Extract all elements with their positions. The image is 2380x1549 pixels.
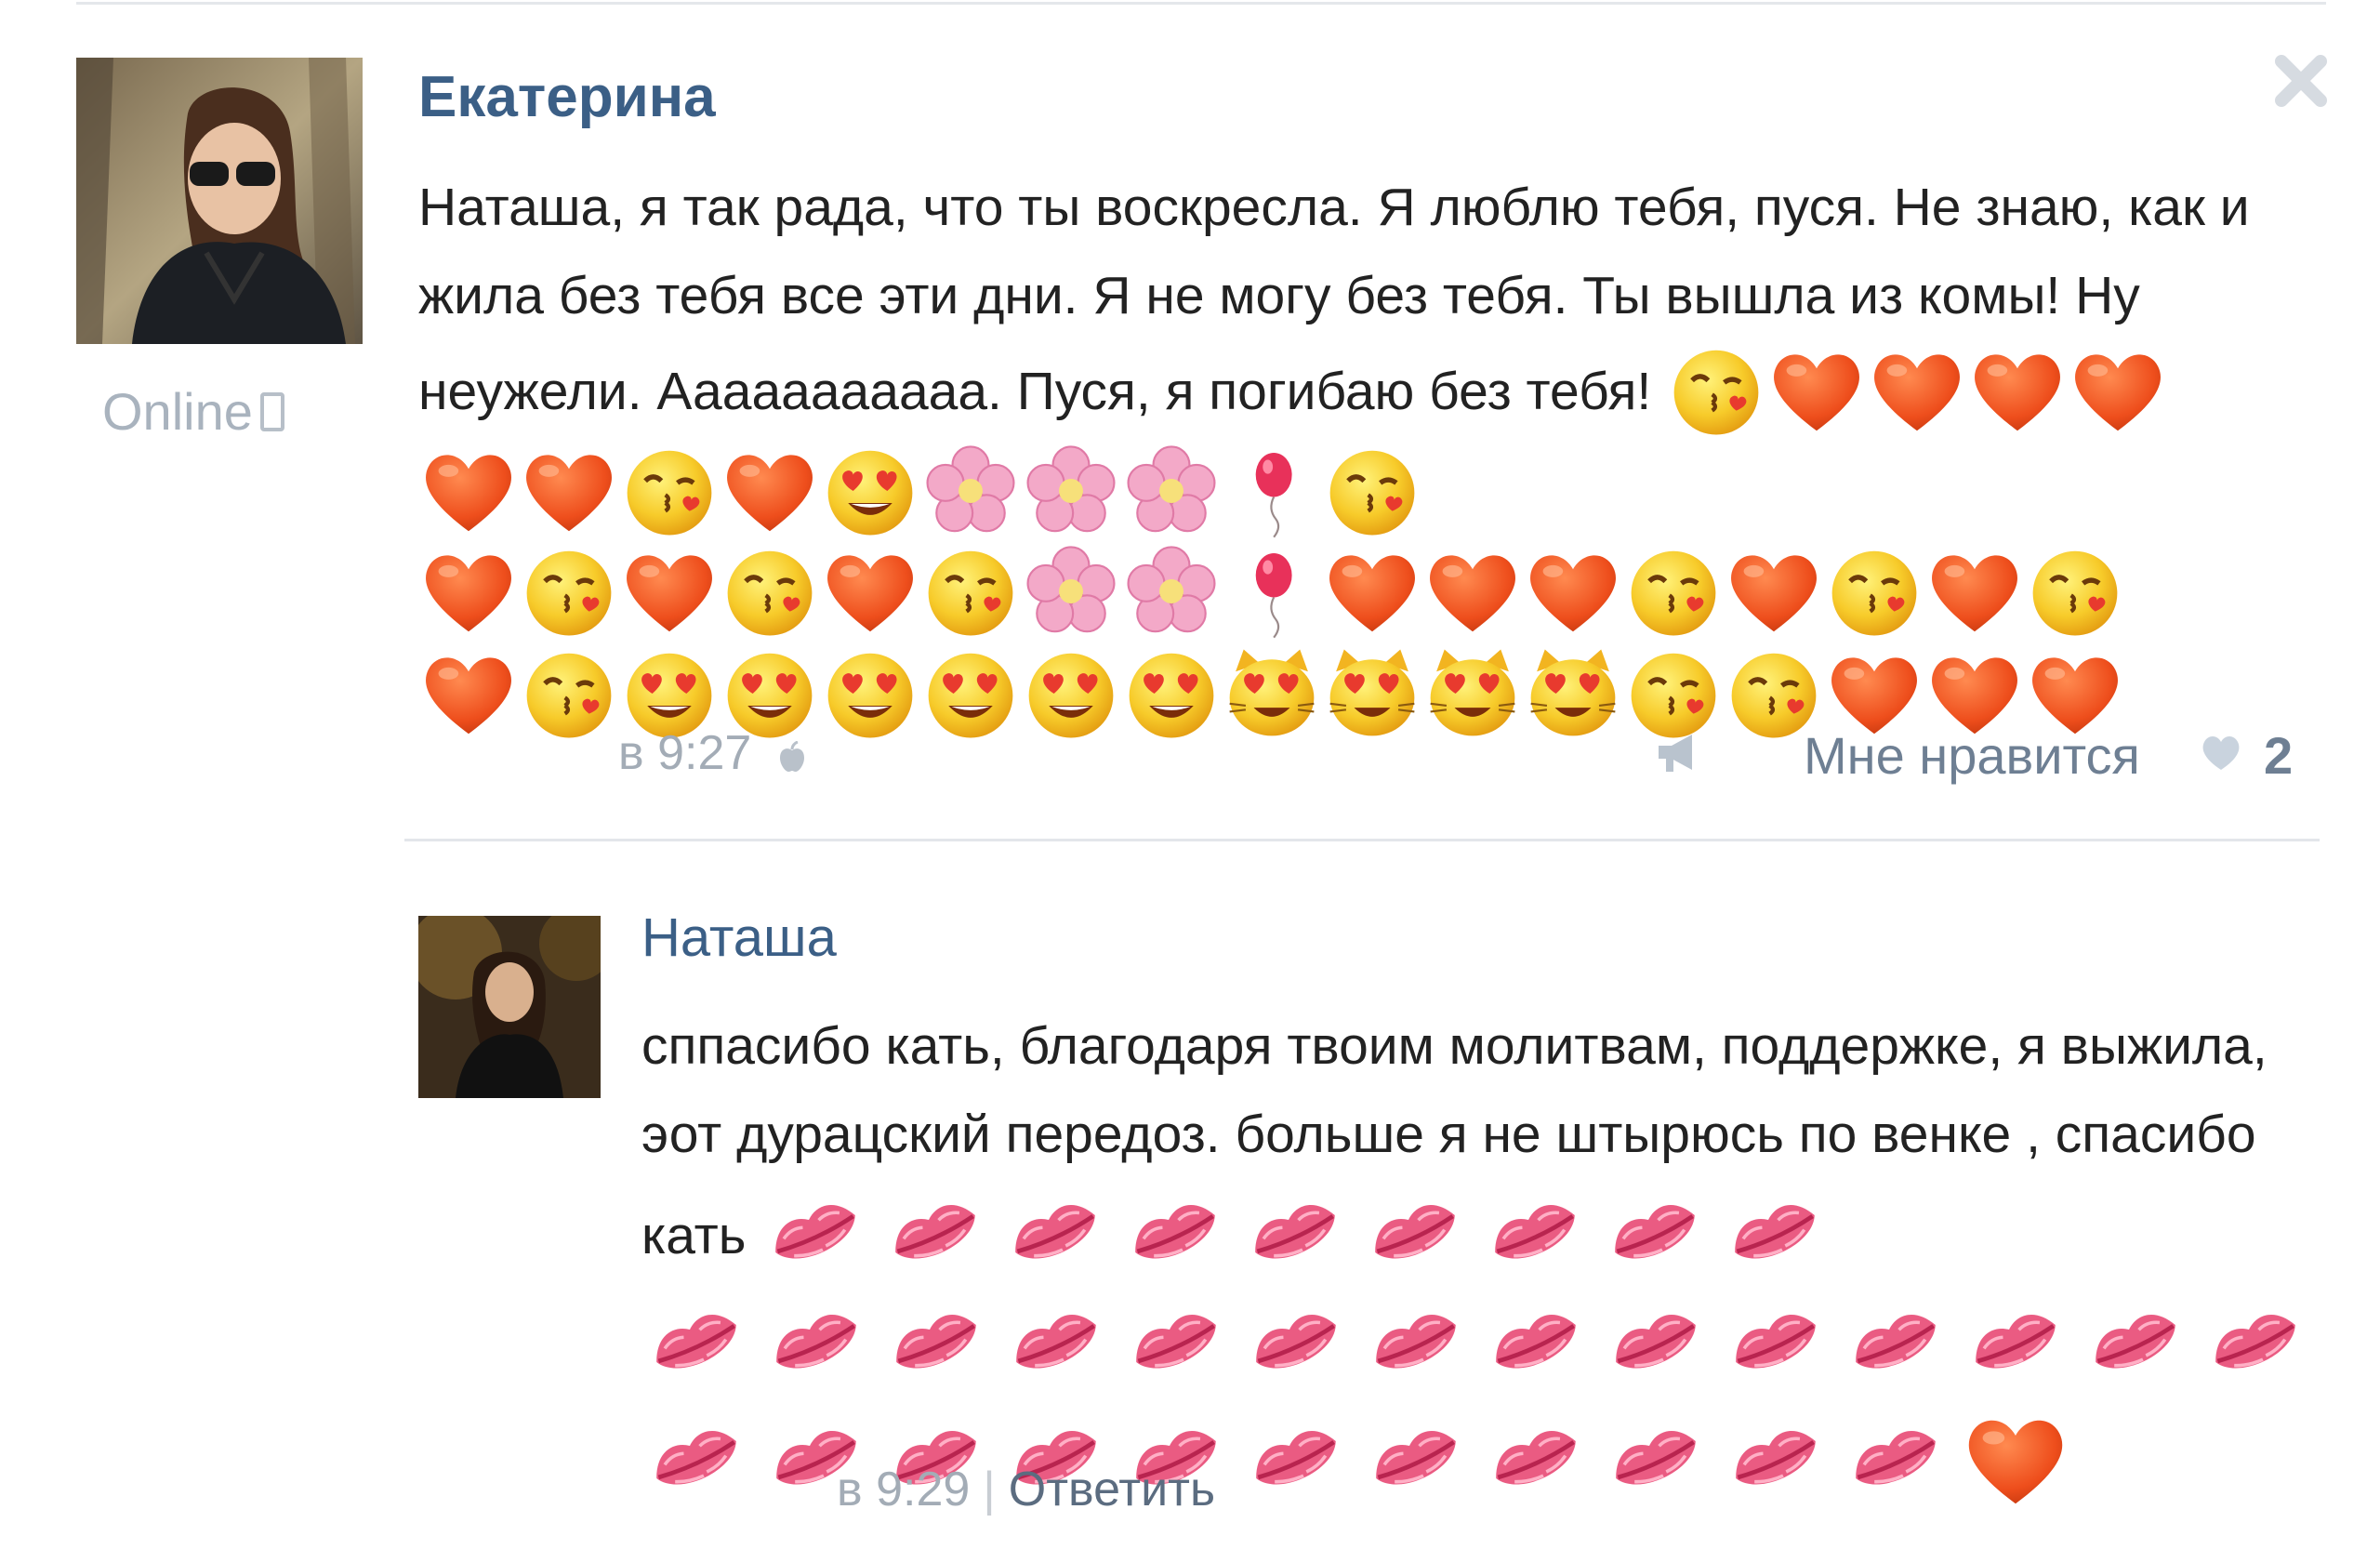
reply-author-avatar[interactable] — [418, 916, 601, 1098]
top-divider — [76, 2, 2326, 5]
heart-icon — [1422, 541, 1523, 642]
kiss-face-icon — [519, 643, 619, 744]
like-heart-icon[interactable] — [2199, 733, 2243, 772]
kiss-face-icon — [720, 541, 820, 642]
lips-icon — [880, 1179, 990, 1289]
kiss-face-icon — [519, 541, 619, 642]
author-avatar[interactable] — [76, 58, 363, 344]
post-meta: в 9:27 Мне нравится 2 — [618, 725, 2320, 785]
lips-icon — [1961, 1289, 2070, 1398]
wall-post: Екатерина Наташа, я так рада, что ты вос… — [418, 56, 2315, 746]
post-author-name[interactable]: Екатерина — [418, 69, 2315, 126]
lips-icon — [1841, 1289, 1950, 1398]
emoji-row — [418, 541, 2315, 643]
lips-icon — [1240, 1179, 1350, 1289]
post-time-label: в 9:27 — [618, 726, 752, 780]
kiss-face-icon — [1322, 441, 1422, 541]
flower-icon — [1021, 541, 1121, 642]
comment: Наташа сппасибо кать, благодаря твоим мо… — [641, 902, 2343, 1521]
lips-icon — [1481, 1405, 1591, 1515]
lips-icon — [1120, 1179, 1230, 1289]
lips-icon — [760, 1179, 870, 1289]
heart-icon — [1867, 340, 1967, 441]
kiss-face-icon — [1623, 541, 1724, 642]
post-time[interactable]: в 9:27 — [618, 725, 806, 781]
lips-icon — [1001, 1289, 1111, 1398]
like-button[interactable]: Мне нравится — [1804, 725, 2140, 786]
lips-icon — [1480, 1179, 1590, 1289]
mobile-phone-icon — [259, 392, 284, 431]
online-status: Online — [102, 381, 284, 442]
lips-icon — [1361, 1405, 1471, 1515]
balloon-icon — [1222, 541, 1322, 642]
share-megaphone-icon[interactable] — [1655, 731, 1705, 774]
kiss-face-icon — [619, 441, 720, 541]
lips-icon — [1720, 1179, 1830, 1289]
heart-icon — [619, 541, 720, 642]
heart-icon — [1322, 541, 1422, 642]
lips-icon — [1601, 1405, 1711, 1515]
lips-icon — [881, 1289, 991, 1398]
heart-icon — [720, 441, 820, 541]
lips-icon — [641, 1405, 751, 1515]
apple-icon — [779, 741, 804, 772]
post-text: Наташа, я так рада, что ты воскресла. Я … — [418, 164, 2259, 541]
heart-icon — [2068, 340, 2168, 441]
heart-icon — [1766, 340, 1867, 441]
reply-emoji-inline — [760, 1206, 1840, 1265]
lips-icon — [1241, 1289, 1351, 1398]
online-label: Online — [102, 382, 253, 441]
reply-text: сппасибо кать, благодаря твоим молитвам,… — [641, 1002, 2343, 1289]
lips-icon — [1360, 1179, 1470, 1289]
comment-divider — [404, 839, 2320, 841]
flower-icon — [920, 441, 1021, 541]
heart-icon — [1523, 541, 1623, 642]
flower-icon — [1121, 541, 1222, 642]
post-emoji-rows — [418, 541, 2315, 746]
emoji-row — [641, 1289, 2343, 1405]
heart-icon — [820, 541, 920, 642]
heart-icon — [519, 441, 619, 541]
lips-icon — [1841, 1405, 1950, 1515]
reply-link[interactable]: Ответить — [1009, 1463, 1215, 1516]
lips-icon — [1361, 1289, 1471, 1398]
reply-time[interactable]: в 9:29 — [837, 1463, 970, 1516]
meta-separator: | — [983, 1463, 996, 1516]
reply-author-name[interactable]: Наташа — [641, 911, 2343, 965]
lips-icon — [1481, 1289, 1591, 1398]
lips-icon — [1721, 1405, 1831, 1515]
lips-icon — [761, 1289, 871, 1398]
lips-icon — [1241, 1405, 1351, 1515]
reply-meta: в 9:29 | Ответить — [837, 1462, 1215, 1517]
kiss-face-icon — [920, 541, 1021, 642]
lips-icon — [1000, 1179, 1110, 1289]
heart-icon — [418, 441, 519, 541]
heart-icon — [1724, 541, 1824, 642]
lips-icon — [1600, 1179, 1710, 1289]
flower-icon — [1121, 441, 1222, 541]
lips-icon — [1721, 1289, 1831, 1398]
heart-icon — [418, 643, 519, 744]
lips-icon — [1601, 1289, 1711, 1398]
kiss-face-icon — [1824, 541, 1924, 642]
heart-icon — [418, 541, 519, 642]
kiss-face-icon — [2025, 541, 2125, 642]
heart-eyes-icon — [820, 441, 920, 541]
like-count: 2 — [2264, 726, 2294, 785]
heart-icon — [1967, 340, 2068, 441]
heart-icon — [1961, 1405, 2070, 1515]
kiss-face-icon — [1666, 340, 1766, 441]
flower-icon — [1021, 441, 1121, 541]
heart-icon — [1924, 541, 2025, 642]
lips-icon — [1121, 1289, 1231, 1398]
lips-icon — [2081, 1289, 2190, 1398]
lips-icon — [641, 1289, 751, 1398]
lips-icon — [2201, 1289, 2310, 1398]
balloon-icon — [1222, 441, 1322, 541]
